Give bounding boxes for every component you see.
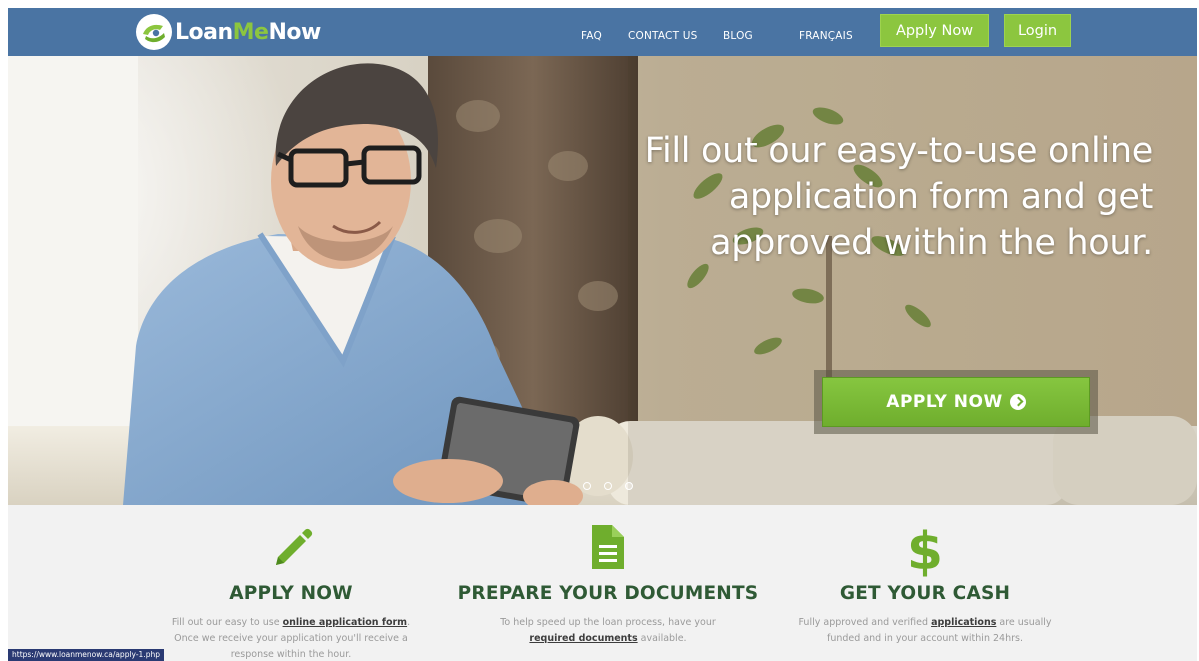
hero-heading-line-3: approved within the hour. [710,223,1153,263]
feature-text-get-your-cash: Fully approved and verified applications… [765,615,1085,647]
hero-photo [8,56,1197,505]
feature-title-apply-now: APPLY NOW [229,583,353,604]
logo-text-now: Now [268,19,321,45]
feature-apply-now: APPLY NOW Fill out our easy to use onlin… [131,505,451,661]
slider-dot-1[interactable] [583,482,591,490]
feature-text-get-your-cash-line2: funded and in your account within 24hrs. [827,633,1023,644]
online-application-form-link[interactable]: online application form [283,617,408,628]
nav-apply-now-button[interactable]: Apply Now [880,14,989,47]
feature-text-prepare-documents-line2: available. [637,633,687,644]
required-documents-link[interactable]: required documents [529,633,637,644]
top-navbar: Loan Me Now FAQ CONTACT US BLOG FRANÇAIS A… [8,8,1197,56]
feature-text-apply-now: Fill out our easy to use online applicat… [131,615,451,661]
hero-apply-now-label: APPLY NOW [886,392,1003,412]
document-icon [590,521,626,575]
nav-link-contact-us[interactable]: CONTACT US [628,30,697,42]
circle-chevron-right-icon [1009,394,1026,410]
hero-heading-line-2: application form and get [728,177,1153,217]
hero-banner: Fill out our easy-to-use online applicat… [8,56,1197,505]
feature-text-apply-now-line3: response within the hour. [230,649,352,660]
pencil-icon [266,521,316,575]
logo-wordmark: Loan Me Now [175,20,321,45]
nav-login-button[interactable]: Login [1004,14,1071,47]
feature-text-apply-now-period: . [407,617,411,628]
hero-heading: Fill out our easy-to-use online applicat… [593,128,1154,266]
feature-title-get-your-cash: GET YOUR CASH [839,583,1011,604]
slider-dot-3[interactable] [625,482,633,490]
logo-text-me: Me [232,19,269,45]
slider-dots [583,482,633,490]
slider-dot-2[interactable] [604,482,612,490]
features-section: APPLY NOW Fill out our easy to use onlin… [8,505,1197,661]
svg-text:$: $ [907,522,943,577]
nav-link-faq[interactable]: FAQ [581,30,602,42]
logo-icon [136,14,172,50]
feature-text-get-your-cash-line1: Fully approved and verified [798,617,932,628]
feature-text-get-your-cash-suffix: are usually [996,617,1052,628]
feature-text-apply-now-line2: Once we receive your application you'll … [174,633,408,644]
feature-text-prepare-documents: To help speed up the loan process, have … [448,615,768,647]
applications-link[interactable]: applications [931,617,996,628]
hero-cta-frame: APPLY NOW [814,370,1098,434]
feature-title-prepare-documents: PREPARE YOUR DOCUMENTS [457,583,759,604]
nav-link-francais[interactable]: FRANÇAIS [799,30,853,42]
page: Loan Me Now FAQ CONTACT US BLOG FRANÇAIS A… [0,0,1199,661]
hero-apply-now-button[interactable]: APPLY NOW [822,377,1090,427]
logo-text-loan: Loan [175,19,233,45]
hero-heading-line-1: Fill out our easy-to-use online [644,131,1154,171]
feature-text-apply-now-line1: Fill out our easy to use [171,617,283,628]
nav-link-blog[interactable]: BLOG [723,30,753,42]
feature-prepare-documents: PREPARE YOUR DOCUMENTS To help speed up … [448,505,768,661]
status-bar-url: https://www.loanmenow.ca/apply-1.php [8,649,164,661]
feature-get-your-cash: $ GET YOUR CASH Fully approved and verif… [765,505,1085,661]
dollar-icon: $ [907,521,943,582]
logo[interactable]: Loan Me Now [136,14,321,50]
feature-text-prepare-documents-line1: To help speed up the loan process, have … [500,617,716,628]
